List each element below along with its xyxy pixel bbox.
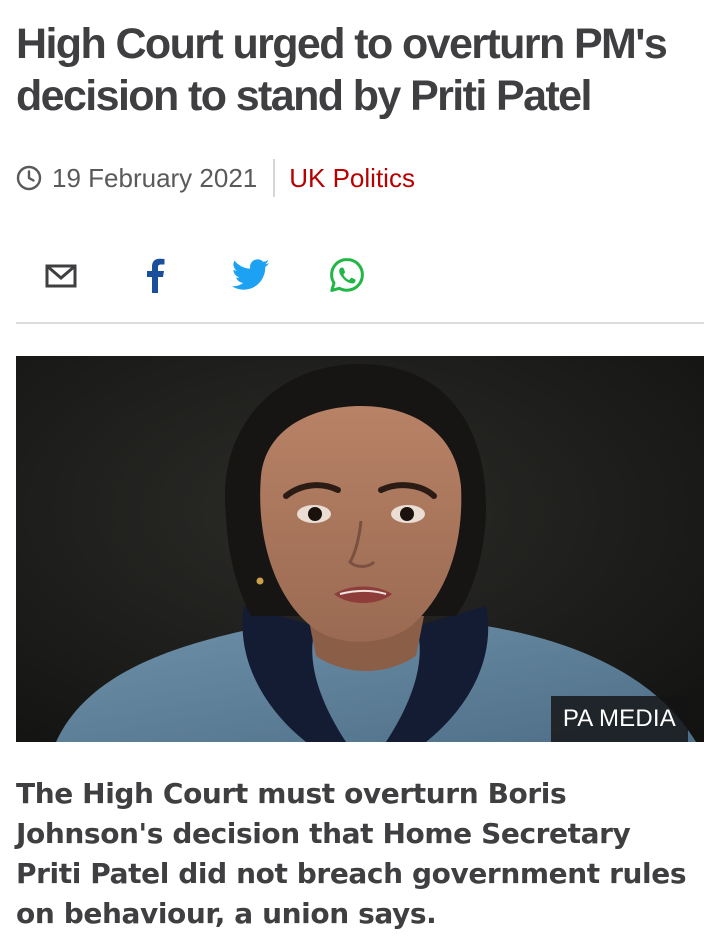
facebook-icon: [147, 258, 165, 293]
share-facebook-button[interactable]: [130, 250, 180, 300]
image-credit: PA MEDIA: [550, 696, 688, 742]
share-whatsapp-button[interactable]: [322, 250, 372, 300]
clock-icon: [16, 165, 42, 191]
article-date: 19 February 2021: [52, 162, 258, 193]
article-photo[interactable]: PA MEDIA: [16, 356, 704, 742]
article-meta: 19 February 2021 UK Politics: [16, 157, 415, 199]
share-email-button[interactable]: [36, 250, 86, 300]
share-bar: [16, 250, 704, 300]
meta-divider: [273, 159, 276, 197]
twitter-icon: [232, 259, 270, 290]
share-twitter-button[interactable]: [226, 250, 276, 300]
whatsapp-icon: [330, 258, 364, 292]
portrait-image: [16, 356, 704, 742]
topic-link[interactable]: UK Politics: [289, 163, 415, 194]
email-icon: [45, 264, 77, 288]
share-divider: [16, 322, 704, 324]
article-intro: The High Court must overturn Boris Johns…: [16, 777, 687, 930]
article-headline: High Court urged to overturn PM's decisi…: [16, 20, 668, 120]
